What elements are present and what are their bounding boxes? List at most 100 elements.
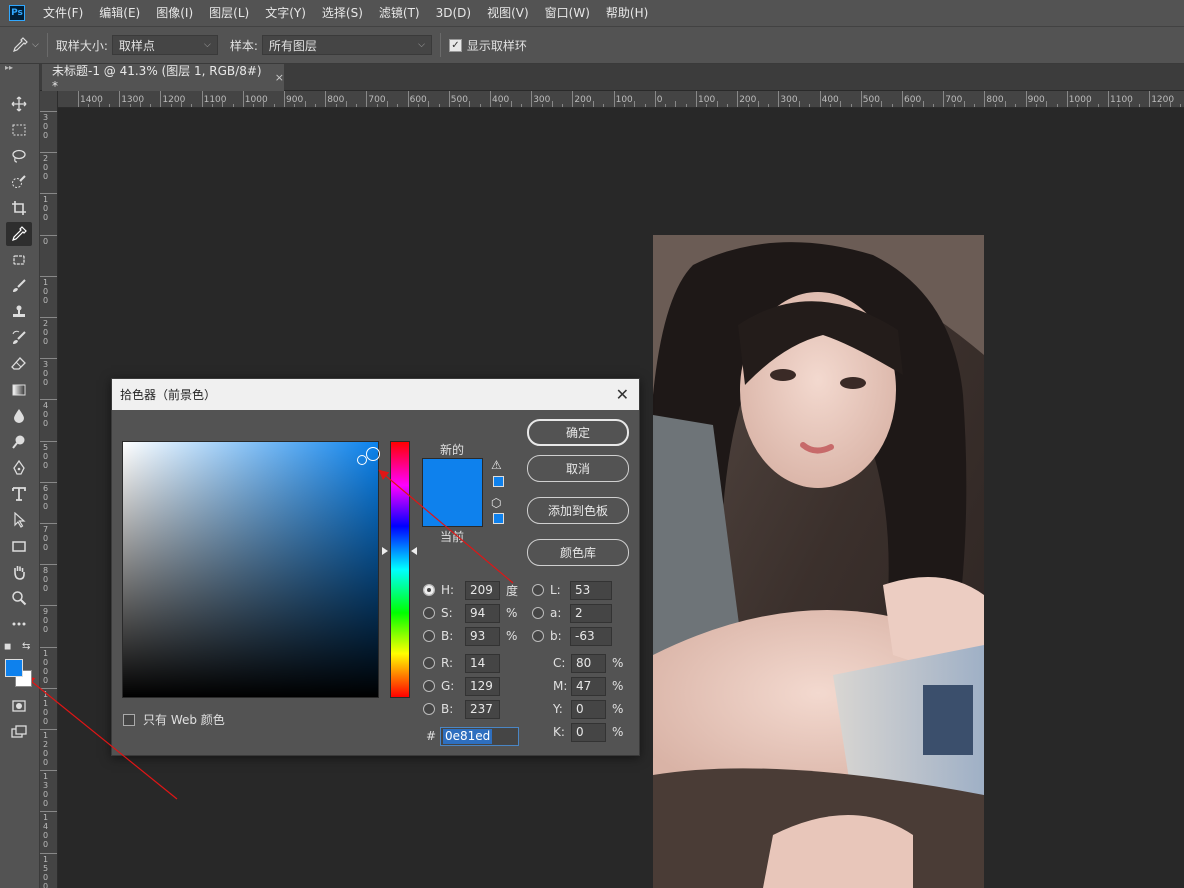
hue-radio[interactable] <box>423 584 435 596</box>
lab-l-input[interactable]: 53 <box>570 580 612 600</box>
hue-unit: 度 <box>506 583 519 598</box>
color-field-selector-icon[interactable] <box>366 447 380 461</box>
green-input[interactable]: 129 <box>465 676 500 696</box>
color-field-current-marker-icon <box>357 455 367 465</box>
quick-select-icon[interactable] <box>6 170 32 194</box>
brightness-input[interactable]: 93 <box>465 626 500 646</box>
menu-layer[interactable]: 图层(L) <box>201 0 257 26</box>
red-radio[interactable] <box>423 657 435 669</box>
gradient-icon[interactable] <box>6 378 32 402</box>
foreground-color-swatch[interactable] <box>5 659 23 677</box>
menu-view[interactable]: 视图(V) <box>479 0 537 26</box>
new-current-color-swatch[interactable] <box>422 458 483 527</box>
close-icon[interactable]: × <box>275 71 284 84</box>
hue-slider[interactable] <box>390 441 410 698</box>
red-input[interactable]: 14 <box>465 653 500 673</box>
brightness-label: B: <box>441 629 454 643</box>
web-only-box[interactable] <box>123 713 135 726</box>
ruler-label: 300 <box>43 360 49 388</box>
menu-filter[interactable]: 滤镜(T) <box>371 0 428 26</box>
menu-help[interactable]: 帮助(H) <box>598 0 656 26</box>
blue-radio[interactable] <box>423 703 435 715</box>
more-icon[interactable] <box>6 612 32 636</box>
menu-file[interactable]: 文件(F) <box>35 0 91 26</box>
menu-type[interactable]: 文字(Y) <box>257 0 314 26</box>
lab-b-radio[interactable] <box>532 630 544 642</box>
patch-icon[interactable] <box>6 248 32 272</box>
sample-select[interactable]: 所有图层 ⌵ <box>261 35 432 55</box>
tool-preset-eyedropper-icon[interactable]: ⌵ <box>12 37 39 53</box>
ruler-minor-tick <box>129 104 131 107</box>
lab-a-input[interactable]: 2 <box>570 603 612 623</box>
ruler-tick <box>1066 91 1068 107</box>
pen-icon[interactable] <box>6 456 32 480</box>
ruler-minor-tick <box>1138 104 1140 107</box>
yellow-input[interactable]: 0 <box>571 699 606 719</box>
document-tab[interactable]: 未标题-1 @ 41.3% (图层 1, RGB/8#) * × <box>42 64 284 93</box>
eyedropper-icon[interactable] <box>6 222 32 246</box>
ruler-minor-tick <box>150 104 152 107</box>
saturation-input[interactable]: 94 <box>465 603 500 623</box>
type-icon[interactable] <box>6 482 32 506</box>
lab-l-radio[interactable] <box>532 584 544 596</box>
dodge-icon[interactable] <box>6 430 32 454</box>
lab-b-input[interactable]: -63 <box>570 626 612 646</box>
horizontal-ruler[interactable]: 1400 1300 1200 1100 1000 900 800 700 600 500 400 30… <box>58 91 1184 108</box>
vertical-ruler[interactable]: 300 200 100 0 100 200 300 400 500 600 700 800 900 100… <box>40 91 58 888</box>
path-select-icon[interactable] <box>6 508 32 532</box>
rectangle-icon[interactable] <box>6 534 32 558</box>
add-to-swatches-button[interactable]: 添加到色板 <box>527 497 629 524</box>
menu-image[interactable]: 图像(I) <box>148 0 201 26</box>
swap-colors-icon[interactable]: ⇆ <box>22 641 30 652</box>
color-libraries-button[interactable]: 颜色库 <box>527 539 629 566</box>
hand-icon[interactable] <box>6 560 32 584</box>
green-radio[interactable] <box>423 680 435 692</box>
screen-mode-icon[interactable] <box>6 720 32 744</box>
chevron-down-icon: ⌵ <box>418 40 425 50</box>
gamut-swatch[interactable] <box>493 476 504 487</box>
dialog-titlebar[interactable]: 拾色器（前景色） ✕ <box>112 379 639 410</box>
ok-button[interactable]: 确定 <box>527 419 629 446</box>
lasso-icon[interactable] <box>6 144 32 168</box>
ruler-label: 200 <box>43 319 49 346</box>
menu-window[interactable]: 窗口(W) <box>537 0 598 26</box>
eraser-icon[interactable] <box>6 352 32 376</box>
saturation-radio[interactable] <box>423 607 435 619</box>
magenta-input[interactable]: 47 <box>571 676 606 696</box>
black-input[interactable]: 0 <box>571 722 606 742</box>
menu-3d[interactable]: 3D(D) <box>428 0 479 26</box>
move-icon[interactable] <box>6 92 32 116</box>
gamut-warning-icon[interactable]: ⚠ <box>491 458 502 472</box>
blue-input[interactable]: 237 <box>465 699 500 719</box>
hue-input[interactable]: 209 <box>465 580 500 600</box>
default-colors-icon[interactable]: ◼ <box>4 642 11 652</box>
menu-select[interactable]: 选择(S) <box>314 0 371 26</box>
lab-a-radio[interactable] <box>532 607 544 619</box>
brush-icon[interactable] <box>6 274 32 298</box>
web-safe-cube-icon[interactable]: ⬡ <box>491 496 501 510</box>
marquee-icon[interactable] <box>6 118 32 142</box>
cancel-button[interactable]: 取消 <box>527 455 629 482</box>
web-safe-swatch[interactable] <box>493 513 504 524</box>
color-field[interactable] <box>122 441 379 698</box>
hex-input[interactable]: 0e81ed <box>440 727 519 746</box>
stamp-icon[interactable] <box>6 300 32 324</box>
ruler-minor-tick <box>922 101 924 107</box>
web-only-checkbox[interactable]: 只有 Web 颜色 <box>123 711 225 728</box>
crop-icon[interactable] <box>6 196 32 220</box>
ruler-tick <box>943 91 945 107</box>
show-ring-checkbox[interactable]: ✓ <box>448 38 462 52</box>
panel-collapse-icon[interactable]: ▸▸ <box>0 64 39 74</box>
hue-slider-left-arrow-icon[interactable] <box>382 547 388 555</box>
cyan-input[interactable]: 80 <box>571 653 606 673</box>
close-icon[interactable]: ✕ <box>616 385 629 404</box>
sample-size-select[interactable]: 取样点 ⌵ <box>111 35 218 55</box>
menu-edit[interactable]: 编辑(E) <box>91 0 148 26</box>
blur-icon[interactable] <box>6 404 32 428</box>
ruler-minor-tick <box>891 104 893 107</box>
quick-mask-icon[interactable] <box>6 694 32 718</box>
zoom-icon[interactable] <box>6 586 32 610</box>
history-brush-icon[interactable] <box>6 326 32 350</box>
brightness-radio[interactable] <box>423 630 435 642</box>
hue-slider-right-arrow-icon[interactable] <box>411 547 417 555</box>
